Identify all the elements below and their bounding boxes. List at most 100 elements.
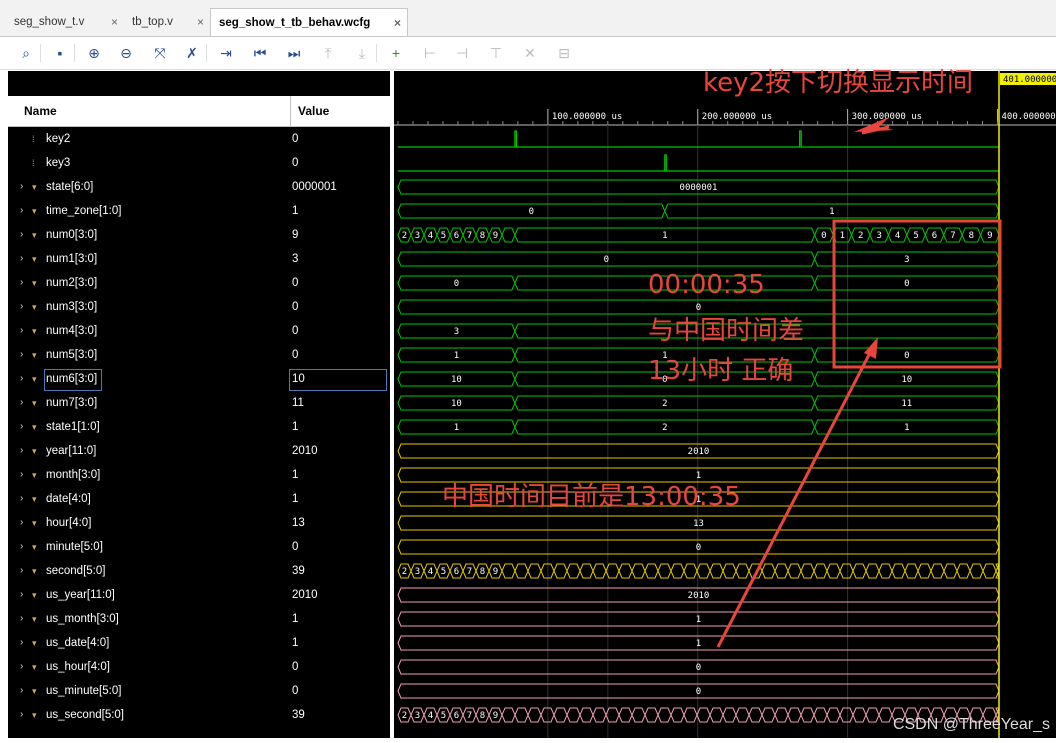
close-icon[interactable]: × <box>111 8 118 36</box>
signal-row[interactable]: › ▾ state1[1:0] 1 <box>8 415 390 439</box>
goto-cursor-icon[interactable]: ⇥ <box>216 43 236 63</box>
chevron-right-icon[interactable]: › <box>20 703 23 727</box>
close-icon[interactable]: × <box>197 8 204 36</box>
tab-label: seg_show_t_tb_behav.wcfg <box>219 17 371 29</box>
value-column-header[interactable]: Value <box>298 96 329 126</box>
next-transition-icon[interactable]: ⤓ <box>352 43 372 63</box>
signal-row[interactable]: › ▾ num3[3:0] 0 <box>8 295 390 319</box>
chevron-right-icon[interactable]: › <box>20 391 23 415</box>
bus-segment <box>761 563 776 579</box>
signal-row[interactable]: › ▾ us_minute[5:0] 0 <box>8 679 390 703</box>
goto-start-icon[interactable]: ⏮ <box>250 43 270 63</box>
prev-transition-icon[interactable]: ⤒ <box>318 43 338 63</box>
annotation-highlight-box <box>832 219 1002 369</box>
signal-row[interactable]: ⁞ key3 0 <box>8 151 390 175</box>
bus-segment <box>696 707 711 723</box>
bus-value-label: 1 <box>696 615 701 625</box>
signal-value: 0 <box>292 685 299 697</box>
signal-row[interactable]: › ▾ num5[3:0] 0 <box>8 343 390 367</box>
zoom-fit-icon[interactable]: ⤧ <box>150 43 170 63</box>
signal-row[interactable]: › ▾ us_second[5:0] 39 <box>8 703 390 727</box>
expand-icon[interactable]: ⊟ <box>554 43 574 63</box>
chevron-right-icon[interactable]: › <box>20 463 23 487</box>
signal-row[interactable]: › ▾ date[4:0] 1 <box>8 487 390 511</box>
bus-segment <box>683 563 698 579</box>
goto-end-icon[interactable]: ⏭ <box>284 43 304 63</box>
next-marker-icon[interactable]: ⊣ <box>452 43 472 63</box>
chevron-right-icon[interactable]: › <box>20 631 23 655</box>
signal-row[interactable]: › ▾ month[3:0] 1 <box>8 463 390 487</box>
signal-row[interactable]: › ▾ state[6:0] 0000001 <box>8 175 390 199</box>
chevron-right-icon[interactable]: › <box>20 607 23 631</box>
chevron-right-icon[interactable]: › <box>20 439 23 463</box>
add-marker-icon[interactable]: + <box>386 43 406 63</box>
signal-row[interactable]: › ▾ minute[5:0] 0 <box>8 535 390 559</box>
chevron-right-icon[interactable]: › <box>20 343 23 367</box>
bus-segment <box>644 707 659 723</box>
delete-marker-icon[interactable]: ⊤ <box>486 43 506 63</box>
waveform-canvas[interactable]: 100.000000 us 200.000000 us 300.000000 us 4… <box>394 71 1056 738</box>
bus-segment <box>631 563 646 579</box>
signal-row[interactable]: › ▾ num2[3:0] 0 <box>8 271 390 295</box>
annotation-us-time: 00:00:35 <box>648 270 765 300</box>
signal-row[interactable]: › ▾ us_month[3:0] 1 <box>8 607 390 631</box>
signal-row[interactable]: › ▾ num6[3:0] 10 <box>8 367 390 391</box>
signal-row[interactable]: › ▾ second[5:0] 39 <box>8 559 390 583</box>
signal-row[interactable]: › ▾ num7[3:0] 11 <box>8 391 390 415</box>
toolbar-separator <box>74 44 75 62</box>
bus-segment <box>670 707 685 723</box>
signal-row[interactable]: › ▾ us_year[11:0] 2010 <box>8 583 390 607</box>
bus-signal-icon: ▾ <box>32 686 37 696</box>
bus-segment <box>839 707 854 723</box>
chevron-right-icon[interactable]: › <box>20 223 23 247</box>
swap-cursors-icon[interactable]: ✕ <box>520 43 540 63</box>
signal-row[interactable]: ⁞ key2 0 <box>8 127 390 151</box>
chevron-right-icon[interactable]: › <box>20 415 23 439</box>
chevron-right-icon[interactable]: › <box>20 247 23 271</box>
chevron-right-icon[interactable]: › <box>20 199 23 223</box>
close-icon[interactable]: × <box>394 9 401 37</box>
cursor-icon[interactable]: ✗ <box>182 43 202 63</box>
chevron-right-icon[interactable]: › <box>20 271 23 295</box>
signal-row[interactable]: › ▾ us_hour[4:0] 0 <box>8 655 390 679</box>
chevron-right-icon[interactable]: › <box>20 319 23 343</box>
signal-row[interactable]: › ▾ us_date[4:0] 1 <box>8 631 390 655</box>
signal-row[interactable]: › ▾ hour[4:0] 13 <box>8 511 390 535</box>
bus-signal-icon: ▾ <box>32 326 37 336</box>
zoom-out-icon[interactable]: ⊖ <box>116 43 136 63</box>
bus-signal-icon: ▾ <box>32 614 37 624</box>
chevron-right-icon[interactable]: › <box>20 535 23 559</box>
signal-row[interactable]: › ▾ num4[3:0] 0 <box>8 319 390 343</box>
chevron-right-icon[interactable]: › <box>20 295 23 319</box>
signal-row[interactable]: › ▾ year[11:0] 2010 <box>8 439 390 463</box>
bus-segment <box>774 707 789 723</box>
chevron-right-icon[interactable]: › <box>20 655 23 679</box>
signal-value: 0 <box>292 661 299 673</box>
bus-segment <box>982 563 997 579</box>
name-column-header[interactable]: Name <box>24 96 57 126</box>
signal-row[interactable]: › ▾ time_zone[1:0] 1 <box>8 199 390 223</box>
chevron-right-icon[interactable]: › <box>20 559 23 583</box>
annotation-diff-line1: 与中国时间差 <box>648 316 805 346</box>
search-icon[interactable]: ⌕ <box>16 43 36 63</box>
signal-name: us_minute[5:0] <box>46 685 122 697</box>
signal-name: num7[3:0] <box>46 397 98 409</box>
signal-row[interactable]: › ▾ num1[3:0] 3 <box>8 247 390 271</box>
chevron-right-icon[interactable]: › <box>20 367 23 391</box>
bus-segment <box>839 563 854 579</box>
chevron-right-icon[interactable]: › <box>20 583 23 607</box>
chevron-right-icon[interactable]: › <box>20 511 23 535</box>
prev-marker-icon[interactable]: ⊢ <box>420 43 440 63</box>
signal-row[interactable]: › ▾ num0[3:0] 9 <box>8 223 390 247</box>
bus-value-label: 8 <box>480 711 485 721</box>
tab-seg-show-t[interactable]: seg_show_t.v × <box>6 8 124 36</box>
chevron-right-icon[interactable]: › <box>20 679 23 703</box>
chevron-right-icon[interactable]: › <box>20 487 23 511</box>
column-divider[interactable] <box>290 96 291 126</box>
tab-wcfg[interactable]: seg_show_t_tb_behav.wcfg × <box>210 8 408 36</box>
zoom-in-icon[interactable]: ⊕ <box>84 43 104 63</box>
save-icon[interactable]: ▪ <box>50 43 70 63</box>
bus-value-label: 2 <box>402 711 407 721</box>
chevron-right-icon[interactable]: › <box>20 175 23 199</box>
tab-tb-top[interactable]: tb_top.v × <box>124 8 210 36</box>
